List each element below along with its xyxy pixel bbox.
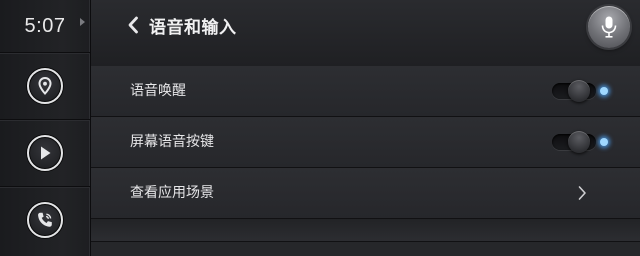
clock-arrow-icon <box>80 18 85 26</box>
toggle-knob <box>568 80 590 102</box>
main-panel: 语音和输入 语音唤醒 屏幕语音按键 查看应用场景 <box>91 0 640 256</box>
clock-time: 5:07 <box>24 14 66 37</box>
toggle-knob <box>568 131 590 153</box>
settings-row-voice-wakeup[interactable]: 语音唤醒 <box>91 66 640 117</box>
chevron-left-icon <box>125 14 141 36</box>
toggle-indicator-light <box>600 87 608 95</box>
left-rail: 5:07 <box>0 0 91 256</box>
settings-row-label: 屏幕语音按键 <box>130 134 214 150</box>
list-empty-area <box>91 242 640 256</box>
location-pin-icon <box>27 68 63 104</box>
navigation-button[interactable] <box>0 53 90 120</box>
voice-button[interactable] <box>588 6 630 48</box>
play-icon <box>27 135 63 171</box>
settings-list: 语音唤醒 屏幕语音按键 查看应用场景 <box>91 66 640 219</box>
phone-icon <box>27 202 63 238</box>
page-title: 语音和输入 <box>149 17 237 38</box>
screen-voice-button-toggle[interactable] <box>552 131 608 153</box>
clock: 5:07 <box>0 0 90 53</box>
car-screen: 5:07 语音和输入 语音唤醒 屏幕语音按键 查看应用场景 <box>0 0 640 256</box>
microphone-icon <box>601 16 617 38</box>
header-bar: 语音和输入 <box>91 0 640 67</box>
settings-row-view-scenarios[interactable]: 查看应用场景 <box>91 168 640 219</box>
list-divider-band <box>91 219 640 242</box>
media-play-button[interactable] <box>0 120 90 187</box>
back-button[interactable]: 语音和输入 <box>125 12 237 38</box>
settings-row-screen-voice-button[interactable]: 屏幕语音按键 <box>91 117 640 168</box>
phone-button[interactable] <box>0 187 90 253</box>
chevron-right-icon <box>576 184 588 202</box>
settings-row-label: 语音唤醒 <box>130 83 186 99</box>
toggle-indicator-light <box>600 138 608 146</box>
voice-wakeup-toggle[interactable] <box>552 80 608 102</box>
settings-row-label: 查看应用场景 <box>130 185 214 201</box>
